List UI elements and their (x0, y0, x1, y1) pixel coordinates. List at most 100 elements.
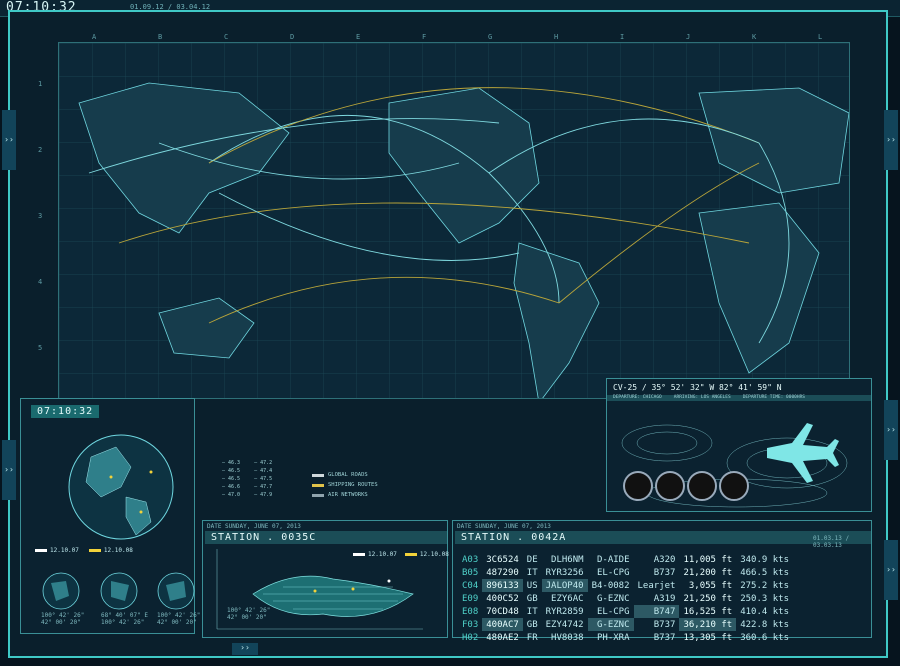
globe-graphics (42, 434, 195, 610)
map-column-i: I (620, 33, 625, 41)
world-map-graphic (59, 43, 849, 398)
flight-country-cell: FR (526, 632, 538, 643)
map-column-d: D (290, 33, 295, 41)
flight-code-cell: F03 (462, 619, 479, 630)
flight-airline-cell: D-AIDE (596, 554, 630, 565)
flight-spd-cell: 250.3 kts (740, 593, 789, 604)
expand-arrow-icon: ›› (4, 135, 14, 144)
map-legend-item: GLOBAL ROADS (312, 470, 378, 480)
gauge-icon (655, 471, 685, 501)
legend-value-row: — 46.5— 47.4 (222, 468, 273, 474)
legend-item: 12.10.07 (353, 551, 397, 558)
table-row[interactable]: E08 70CD48 IT RYR2859 EL-CPG B747 16,525 ft 410… (458, 605, 793, 618)
map-row-3: 3 (38, 212, 43, 220)
flight-code-cell: A03 (462, 554, 479, 565)
map-legend-values: — 46.3— 47.2 — 46.5— 47.4 — 46.5— 47.5 — 46… (222, 460, 302, 500)
flight-type-cell: B737 (653, 567, 676, 578)
flight-country-cell: IT (526, 606, 538, 617)
map-column-h: H (554, 33, 559, 41)
right-expand-tab-top[interactable]: ›› (884, 110, 898, 170)
flight-subinfo-item: ARRIVING: LOS ANGELES (673, 395, 731, 400)
table-row[interactable]: B05 487290 IT RYR3256 EL-CPG B737 21,200 ft 466… (458, 566, 793, 579)
flight-subinfo: DEPARTURE: CHICAGO ARRIVING: LOS ANGELES D… (613, 395, 805, 400)
map-column-c: C (224, 33, 229, 41)
right-expand-tab-mid[interactable]: ›› (884, 400, 898, 460)
table-row[interactable]: F03 400AC7 GB EZY4742 G-EZNC B737 36,210 ft 422… (458, 618, 793, 631)
legend-value-row: — 47.0— 47.9 (222, 492, 273, 498)
flight-spd-cell: 340.9 kts (740, 554, 789, 565)
flight-type-cell: B737 (653, 619, 676, 630)
flight-reg-cell: RYR3256 (545, 567, 584, 578)
map-column-k: K (752, 33, 757, 41)
map-column-b: B (158, 33, 163, 41)
globe-legend: 12.10.07 12.10.08 (35, 547, 133, 554)
flight-country-cell: DE (526, 554, 538, 565)
station-left-title: STATION . 0035C (205, 531, 447, 544)
map-column-a: A (92, 33, 97, 41)
legend-item: 12.10.08 (404, 551, 449, 558)
flight-airline-cell: B4-0082 (591, 580, 630, 591)
gauge-icon (719, 471, 749, 501)
flight-spd-cell: 422.8 kts (740, 619, 789, 630)
station-left-coords: 100° 42' 26" 42° 00' 20" (227, 607, 271, 621)
station-left-panel: DATE SUNDAY, JUNE 07, 2013 STATION . 003… (202, 520, 449, 638)
flight-type-cell: A319 (653, 593, 676, 604)
flight-type-cell: B737 (653, 632, 676, 643)
expand-arrow-icon: ›› (886, 425, 896, 434)
map-column-f: F (422, 33, 427, 41)
terrain-mesh-graphic (216, 549, 423, 630)
flight-airline-cell: EL-CPG (596, 567, 630, 578)
map-row-2: 2 (38, 146, 43, 154)
flight-code-cell: E09 (462, 593, 479, 604)
flight-spd-cell: 360.6 kts (740, 632, 789, 643)
flight-id-cell: 896133 (482, 579, 523, 592)
flight-id-cell: 400C52 (486, 593, 519, 604)
map-column-g: G (488, 33, 493, 41)
flight-type-cell: A320 (653, 554, 676, 565)
flight-id-cell: 3C6524 (486, 554, 519, 565)
world-map[interactable] (58, 42, 850, 399)
flight-airline-cell: G-EZNC (587, 618, 634, 631)
table-row[interactable]: H02 480AE2 FR HV8038 PH-XRA B737 13,305 ft 360.… (458, 631, 793, 644)
expand-arrow-icon: ›› (4, 465, 14, 474)
flight-reg-cell: RYR2859 (545, 606, 584, 617)
flight-alt-cell: 3,055 ft (688, 580, 733, 591)
table-row[interactable]: E09 400C52 GB EZY6AC G-EZNC A319 21,250 ft 250.… (458, 592, 793, 605)
flight-id-cell: 400AC7 (482, 618, 523, 631)
flight-spd-cell: 466.5 kts (740, 567, 789, 578)
flight-alt-cell: 21,250 ft (683, 593, 733, 604)
flight-reg-cell: JALOP40 (541, 579, 588, 592)
flight-airline-cell: PH-XRA (596, 632, 630, 643)
table-row[interactable]: A03 3C6524 DE DLH6NM D-AIDE A320 11,005 ft 340.… (458, 553, 793, 566)
flight-alt-cell: 13,305 ft (683, 632, 733, 643)
small-globe-coords-1: 100° 42' 26" 42° 00' 20" (41, 612, 85, 626)
table-row[interactable]: C04 896133 US JALOP40 B4-0082 Learjet 3,055 ft… (458, 579, 793, 592)
station-left-date: DATE SUNDAY, JUNE 07, 2013 (207, 523, 301, 530)
flight-subinfo-item: DEPARTURE TIME: 0000HRS (742, 395, 805, 400)
left-expand-tab-top[interactable]: ›› (2, 110, 16, 170)
globe-panel: 07:10:32 12.10.07 12.10.08 100° 42' 26" 4… (20, 398, 200, 634)
flight-spd-cell: 275.2 kts (740, 580, 789, 591)
flight-detail-panel: CV-25 / 35° 52' 32" W 82° 41' 59" N DEPA… (606, 378, 872, 512)
flight-country-cell: GB (526, 619, 538, 630)
flight-alt-cell: 16,525 ft (683, 606, 733, 617)
legend-item: 12.10.08 (88, 547, 133, 554)
flight-id-cell: 480AE2 (486, 632, 519, 643)
flight-table: A03 3C6524 DE DLH6NM D-AIDE A320 11,005 ft 340.… (458, 553, 793, 644)
flight-alt-cell: 36,210 ft (679, 618, 737, 631)
right-expand-tab-bottom[interactable]: ›› (884, 540, 898, 600)
map-row-1: 1 (38, 80, 43, 88)
flight-reg-cell: HV8038 (551, 632, 584, 643)
left-expand-tab-bottom[interactable]: ›› (2, 440, 16, 500)
flight-alt-cell: 21,200 ft (683, 567, 733, 578)
flight-reg-cell: DLH6NM (551, 554, 584, 565)
flight-id-cell: 487290 (486, 567, 519, 578)
airplane-icon (767, 423, 839, 483)
legend-item: 12.10.07 (35, 547, 79, 554)
flight-country-cell: US (526, 580, 538, 591)
flight-header: CV-25 / 35° 52' 32" W 82° 41' 59" N (613, 383, 782, 392)
flight-code-cell: H02 (462, 632, 479, 643)
map-legend: GLOBAL ROADS SHIPPING ROUTES AIR NETWORKS (312, 470, 378, 500)
map-column-e: E (356, 33, 361, 41)
station-right-title: STATION . 0042A (455, 531, 871, 544)
